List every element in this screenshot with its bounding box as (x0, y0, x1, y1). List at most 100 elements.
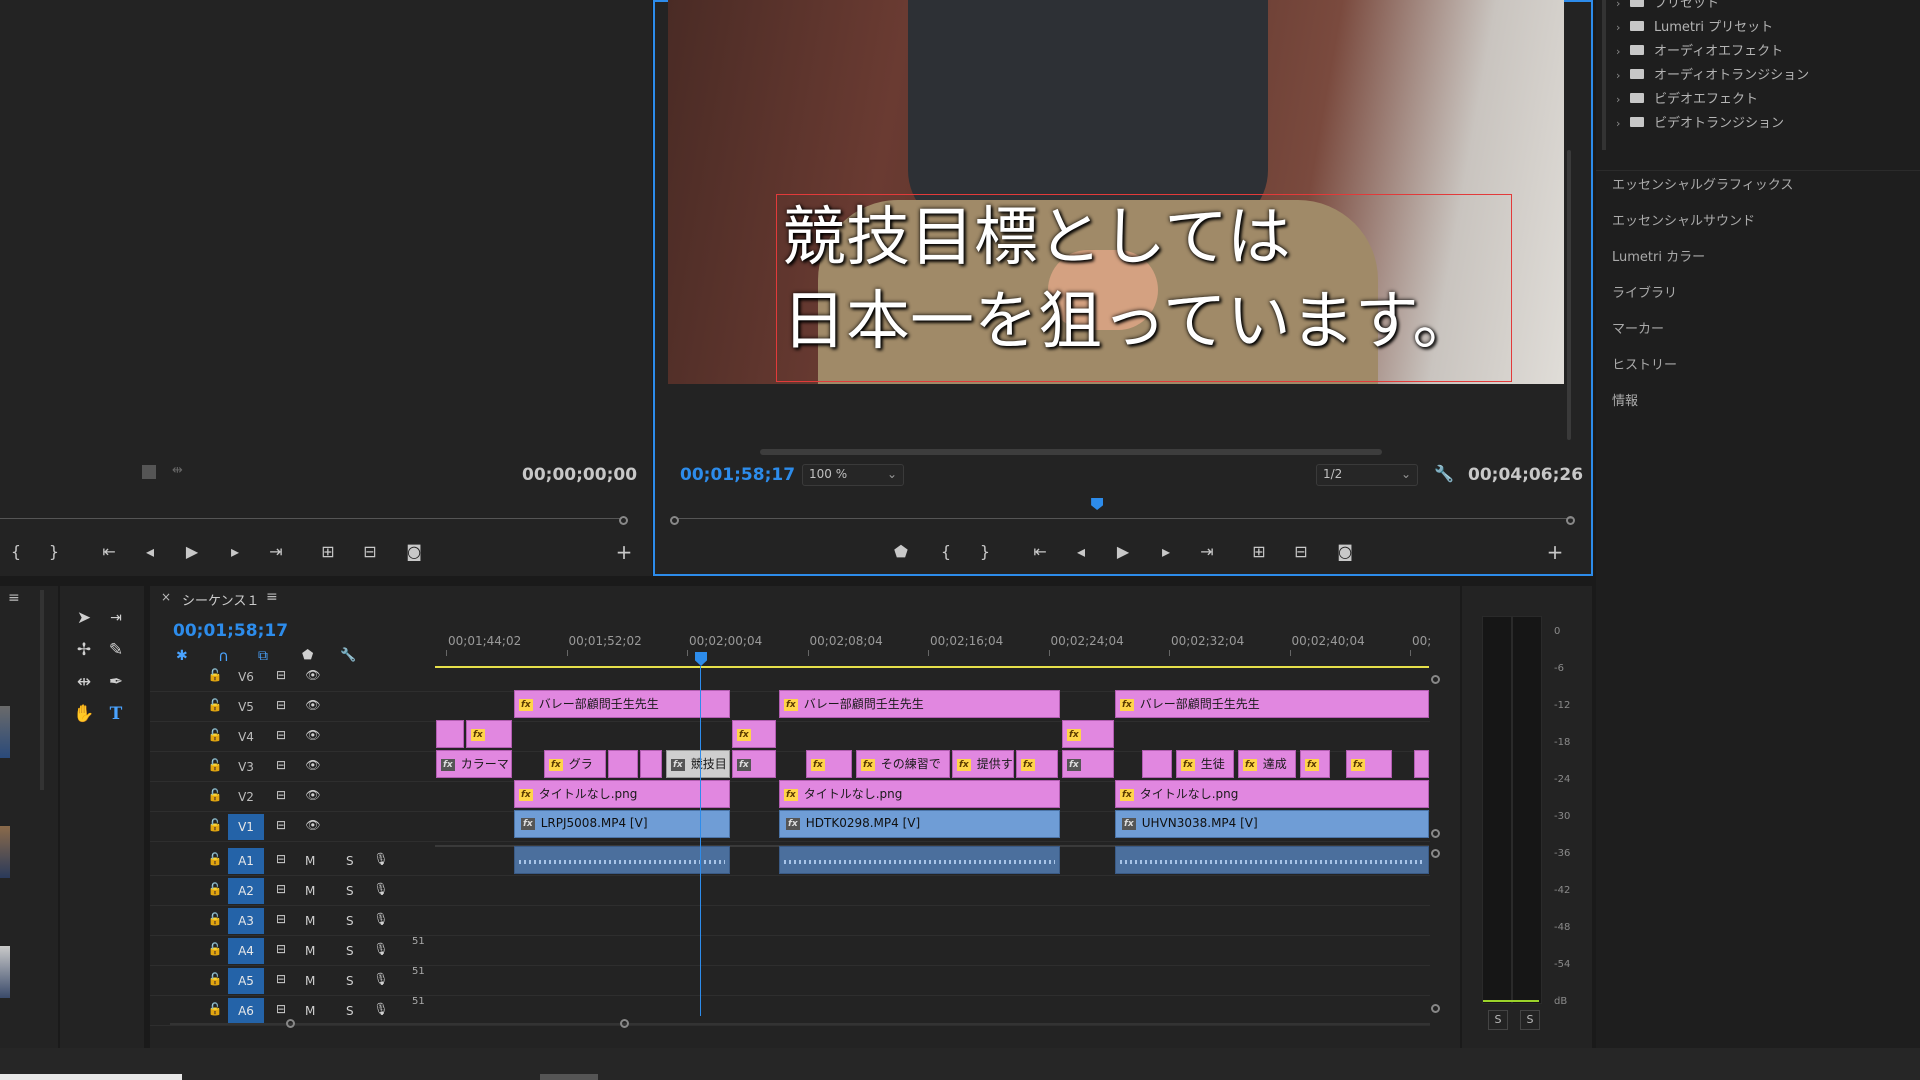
v3-clip[interactable]: fx カラーマ (436, 750, 512, 778)
track-label[interactable]: A2 (228, 878, 264, 904)
solo-button[interactable]: S (346, 944, 354, 958)
v4-clip[interactable]: fx (732, 720, 776, 748)
v3-clip[interactable] (640, 750, 662, 778)
eye-icon[interactable]: 👁 (304, 788, 322, 802)
microphone-icon[interactable]: 🎙 (372, 912, 390, 926)
chevron-right-icon[interactable]: › (1616, 88, 1630, 112)
export-frame-icon[interactable]: ◙ (402, 540, 426, 564)
track-select-tool-icon[interactable]: ⇥ (102, 604, 130, 632)
timeline-zoom-handle-left[interactable] (286, 1019, 295, 1028)
program-vertical-scrollbar[interactable] (1567, 150, 1571, 440)
program-zoom-handle-left[interactable] (670, 516, 679, 525)
v3-clip[interactable]: fx (1346, 750, 1392, 778)
eye-icon[interactable]: 👁 (304, 698, 322, 712)
wrench-icon[interactable]: 🔧 (340, 648, 356, 663)
a1-clip-audio[interactable] (514, 846, 730, 874)
lock-icon[interactable]: 🔓 (206, 882, 224, 896)
timeline-timecode[interactable]: 00;01;58;17 (173, 621, 288, 641)
program-zoom-handle-right[interactable] (1566, 516, 1575, 525)
v2-clip-image[interactable]: fx タイトルなし.png (779, 780, 1060, 808)
lock-icon[interactable]: 🔓 (206, 912, 224, 926)
v3-clip[interactable] (1142, 750, 1172, 778)
sync-lock-icon[interactable]: ⊟ (272, 668, 290, 682)
step-forward-icon[interactable]: ▸ (1154, 540, 1178, 564)
type-tool-icon[interactable]: T (102, 700, 130, 728)
sync-lock-icon[interactable]: ⊟ (272, 698, 290, 712)
v2-clip-image[interactable]: fx タイトルなし.png (514, 780, 730, 808)
program-current-timecode[interactable]: 00;01;58;17 (680, 465, 795, 485)
v5-clip-title[interactable]: fx バレー部顧問壬生先生 (514, 690, 730, 718)
v1-clip-video[interactable]: fx LRPJ5008.MP4 [V] (514, 810, 730, 838)
timeline-horizontal-track[interactable] (170, 1023, 1430, 1025)
go-to-out-icon[interactable]: ⇥ (1195, 540, 1219, 564)
v3-clip[interactable] (608, 750, 638, 778)
step-forward-icon[interactable]: ▸ (223, 540, 247, 564)
v1-clip-video[interactable]: fx UHVN3038.MP4 [V] (1115, 810, 1429, 838)
mute-button[interactable]: M (305, 974, 315, 988)
lock-icon[interactable]: 🔓 (206, 1002, 224, 1016)
resolution-dropdown[interactable]: 1/2 ⌄ (1316, 464, 1418, 486)
track-label[interactable]: V4 (228, 724, 264, 750)
solo-button[interactable]: S (346, 1004, 354, 1018)
play-icon[interactable]: ▶ (180, 540, 204, 564)
clip-thumbnail[interactable] (0, 706, 10, 758)
pen-tool-icon[interactable]: ✒ (102, 668, 130, 696)
program-horizontal-scrollbar[interactable] (760, 449, 1382, 455)
panel-tab[interactable]: マーカー (1612, 315, 1664, 345)
play-icon[interactable]: ▶ (1111, 540, 1135, 564)
effects-folder-item[interactable]: › オーディオエフェクト (1616, 40, 1783, 64)
track-label[interactable]: A4 (228, 938, 264, 964)
microphone-icon[interactable]: 🎙 (372, 1002, 390, 1016)
mute-button[interactable]: M (305, 1004, 315, 1018)
mark-in-icon[interactable]: { (4, 540, 28, 564)
lock-icon[interactable]: 🔓 (206, 788, 224, 802)
sync-lock-icon[interactable]: ⊟ (272, 942, 290, 956)
v2-clip-image[interactable]: fx タイトルなし.png (1115, 780, 1429, 808)
overwrite-clip-icon[interactable]: ⊟ (358, 540, 382, 564)
v3-clip[interactable]: fx (1300, 750, 1330, 778)
sync-lock-icon[interactable]: ⊟ (272, 818, 290, 832)
extract-icon[interactable]: ⊟ (1289, 540, 1313, 564)
go-to-out-icon[interactable]: ⇥ (264, 540, 288, 564)
v4-clip[interactable]: fx (466, 720, 512, 748)
lock-icon[interactable]: 🔓 (206, 668, 224, 682)
mute-button[interactable]: M (305, 884, 315, 898)
lock-icon[interactable]: 🔓 (206, 728, 224, 742)
v3-clip[interactable]: fx (732, 750, 776, 778)
track-label[interactable]: V6 (228, 664, 264, 690)
v3-clip[interactable]: fx (1016, 750, 1058, 778)
solo-button[interactable]: S (346, 974, 354, 988)
effects-folder-item[interactable]: › オーディオトランジション (1616, 64, 1809, 88)
panel-tab[interactable]: 情報 (1612, 387, 1638, 417)
close-tab-icon[interactable]: × (161, 590, 171, 604)
v3-clip[interactable] (1414, 750, 1429, 778)
wrench-icon[interactable]: 🔧 (1434, 464, 1454, 483)
sync-lock-icon[interactable]: ⊟ (272, 852, 290, 866)
track-label[interactable]: V5 (228, 694, 264, 720)
eye-icon[interactable]: 👁 (304, 668, 322, 682)
clip-thumbnail[interactable] (0, 946, 10, 998)
panel-tab[interactable]: ヒストリー (1612, 351, 1677, 381)
sync-lock-icon[interactable]: ⊟ (272, 758, 290, 772)
mark-in-icon[interactable]: { (934, 540, 958, 564)
sync-lock-icon[interactable]: ⊟ (272, 728, 290, 742)
a1-clip-audio[interactable] (779, 846, 1060, 874)
v1-clip-video[interactable]: fx HDTK0298.MP4 [V] (779, 810, 1060, 838)
sync-lock-icon[interactable]: ⊟ (272, 972, 290, 986)
step-back-icon[interactable]: ◂ (1069, 540, 1093, 564)
insert-clip-icon[interactable]: ⊞ (316, 540, 340, 564)
go-to-in-icon[interactable]: ⇤ (97, 540, 121, 564)
mark-out-icon[interactable]: } (42, 540, 66, 564)
track-label[interactable]: A6 (228, 998, 264, 1024)
selection-tool-icon[interactable]: ➤ (70, 604, 98, 632)
chevron-right-icon[interactable]: › (1616, 0, 1630, 16)
video-scroll-handle[interactable] (1431, 675, 1440, 684)
panel-tab[interactable]: Lumetri カラー (1612, 243, 1705, 273)
export-frame-icon[interactable]: ◙ (1333, 540, 1357, 564)
chevron-right-icon[interactable]: › (1616, 64, 1630, 88)
menu-icon[interactable]: ≡ (266, 589, 278, 605)
microphone-icon[interactable]: 🎙 (372, 942, 390, 956)
v3-clip[interactable]: fx その練習で (856, 750, 950, 778)
v3-clip[interactable]: fx (806, 750, 852, 778)
add-marker-icon[interactable]: ⬟ (302, 648, 313, 663)
